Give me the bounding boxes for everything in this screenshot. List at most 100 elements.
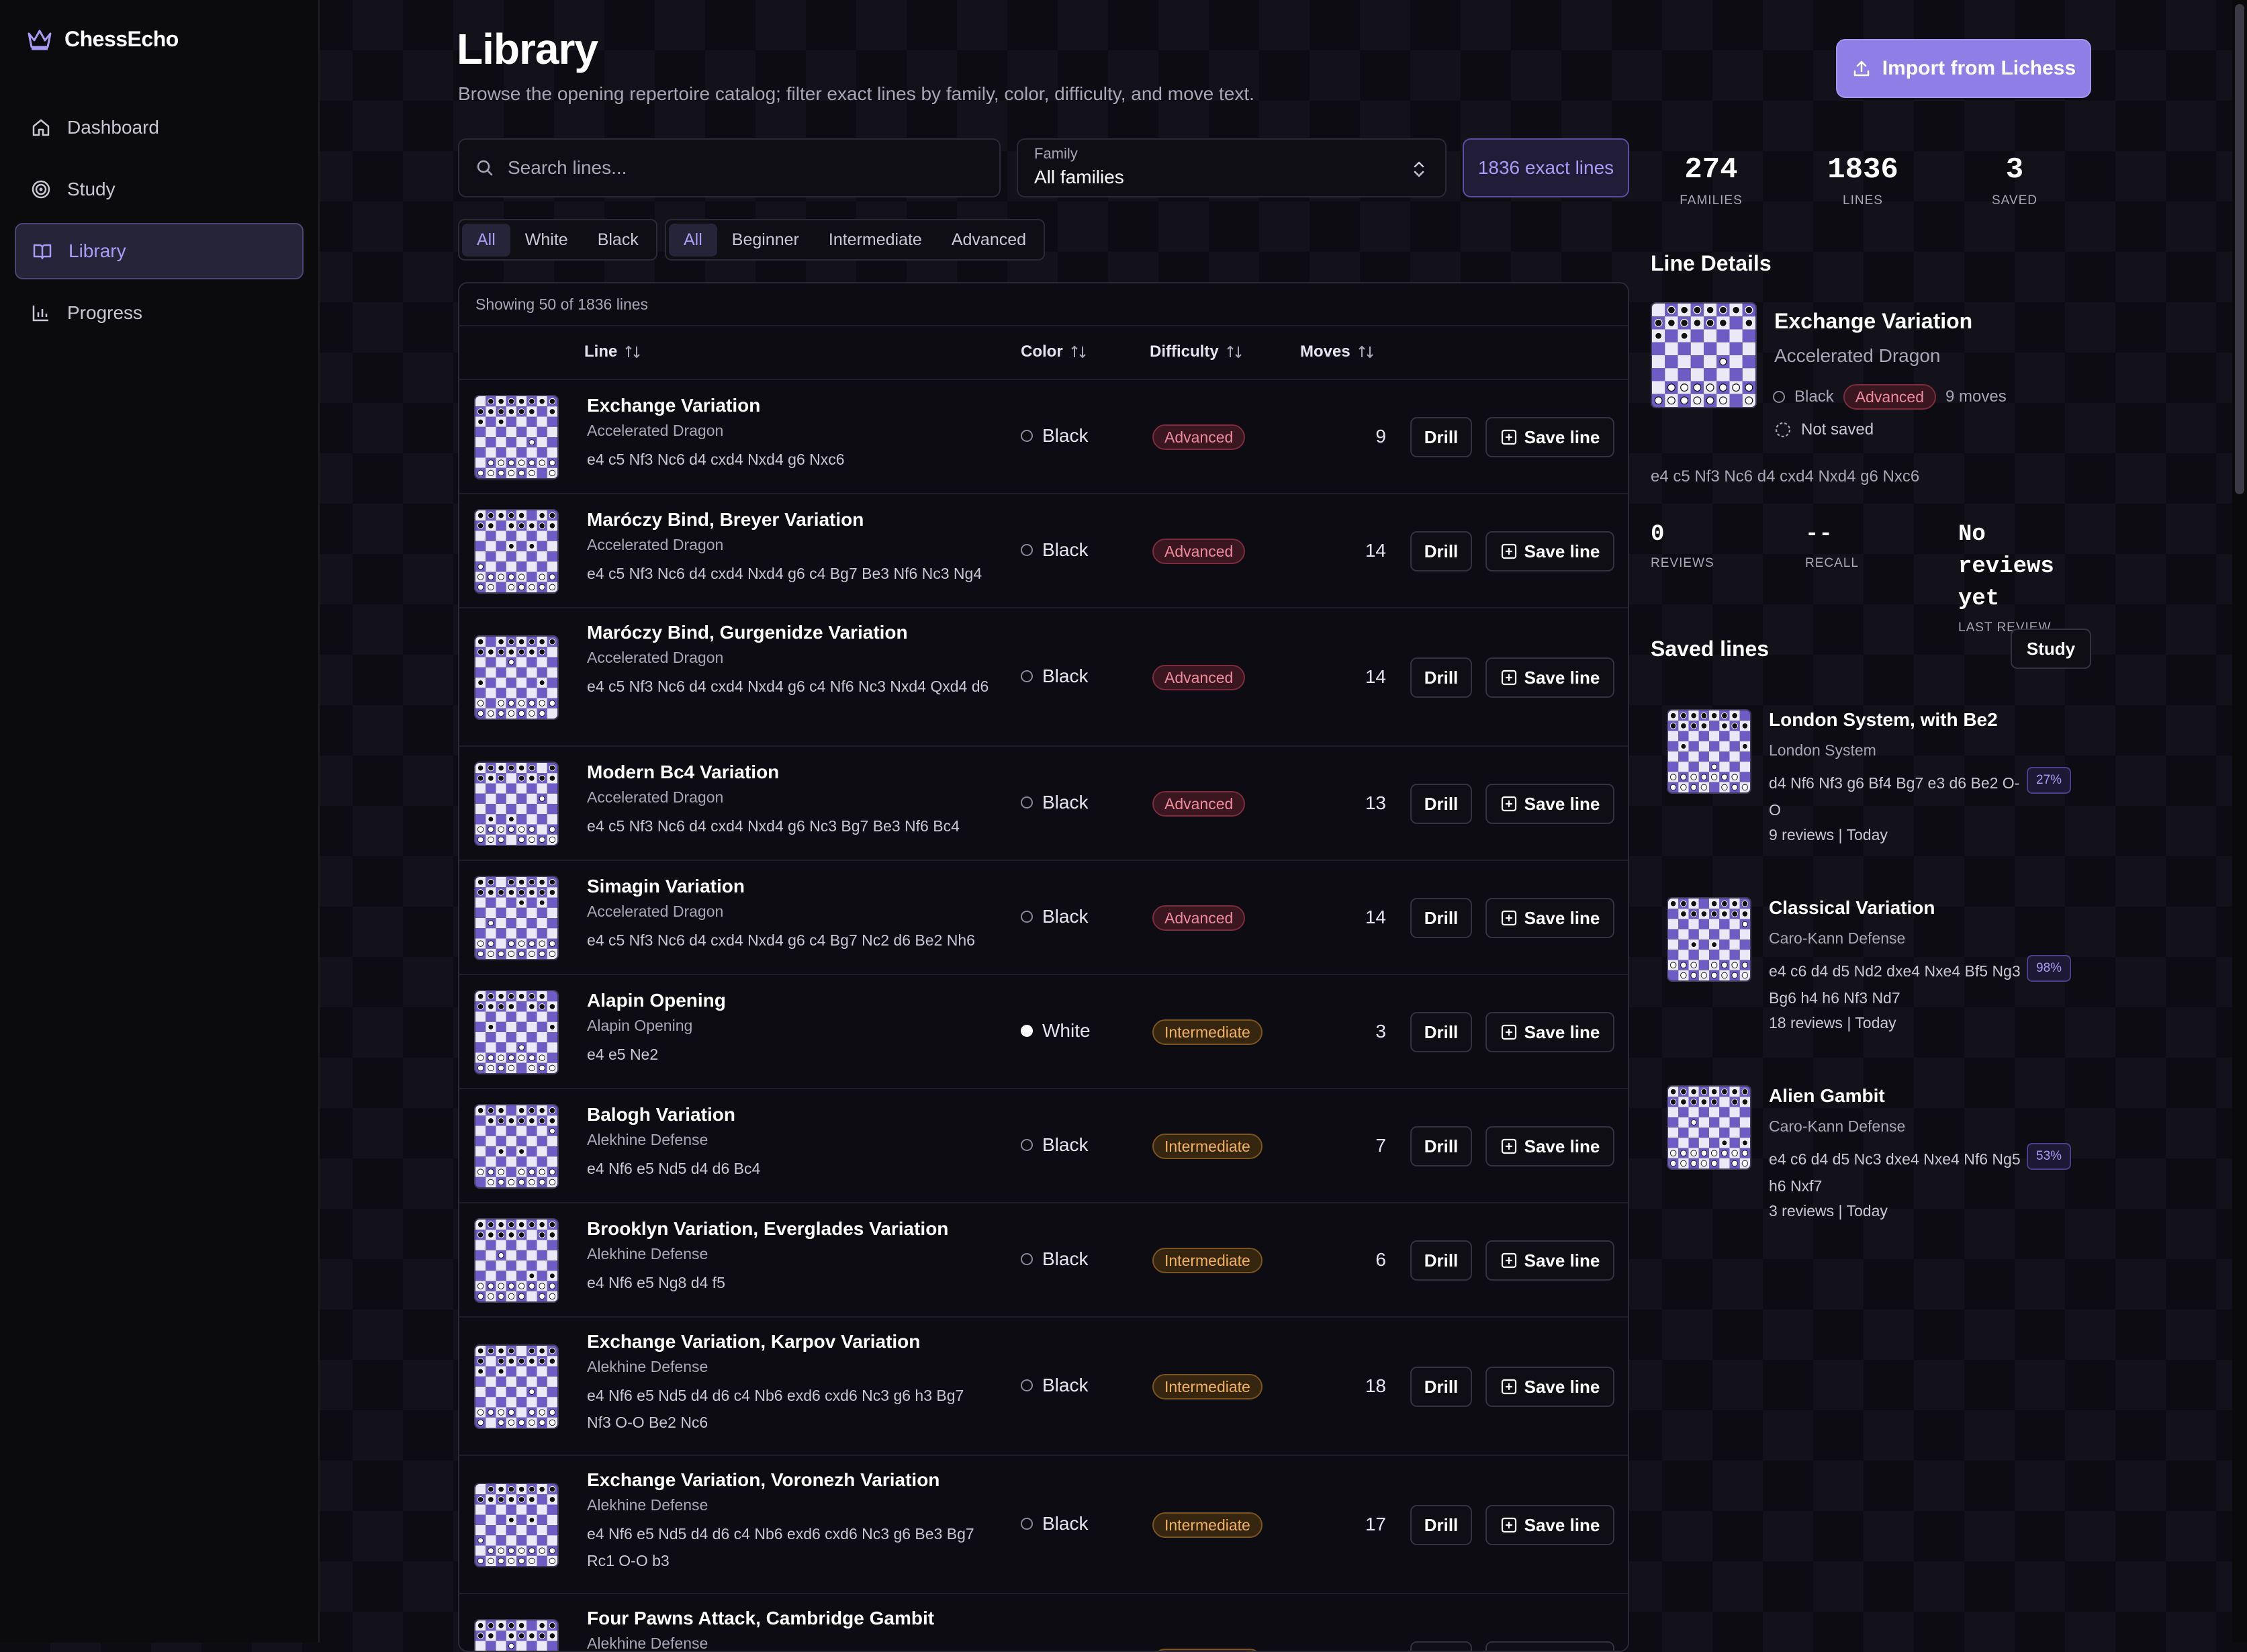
family-label: Family <box>1034 145 1429 163</box>
line-name[interactable]: Alapin Opening <box>587 990 726 1011</box>
table-row[interactable]: Exchange VariationAccelerated Dragone4 c… <box>459 380 1628 494</box>
line-name[interactable]: Modern Bc4 Variation <box>587 762 779 783</box>
difficulty-filter-beginner[interactable]: Beginner <box>717 224 814 257</box>
line-name[interactable]: Maróczy Bind, Breyer Variation <box>587 509 864 531</box>
chess-board-icon <box>475 1620 557 1652</box>
sort-icon <box>1226 344 1243 360</box>
detail-line-family: Accelerated Dragon <box>1774 345 1940 367</box>
table-row[interactable]: Maróczy Bind, Breyer VariationAccelerate… <box>459 494 1628 608</box>
table-row[interactable]: Four Pawns Attack, Cambridge GambitAlekh… <box>459 1594 1628 1652</box>
save-line-button[interactable]: Save line <box>1485 657 1614 698</box>
save-line-button[interactable]: Save line <box>1485 1126 1614 1166</box>
brand[interactable]: ChessEcho <box>27 27 179 52</box>
save-line-button[interactable]: Save line <box>1485 1505 1614 1545</box>
save-line-button[interactable]: Save line <box>1485 531 1614 571</box>
saved-line-info: 3 reviews | Today <box>1769 1202 1888 1220</box>
line-family: Accelerated Dragon <box>587 788 723 807</box>
table-row[interactable]: Balogh VariationAlekhine Defensee4 Nf6 e… <box>459 1089 1628 1203</box>
table-row[interactable]: Brooklyn Variation, Everglades Variation… <box>459 1203 1628 1318</box>
table-row[interactable]: Maróczy Bind, Gurgenidze VariationAccele… <box>459 608 1628 747</box>
saved-line-item[interactable]: Classical VariationCaro-Kann Defensee4 c… <box>1667 897 2090 1058</box>
drill-button[interactable]: Drill <box>1410 1505 1472 1545</box>
saved-line-item[interactable]: Alien GambitCaro-Kann Defensee4 c6 d4 d5… <box>1667 1085 2090 1246</box>
saved-line-item[interactable]: London System, with Be2London Systemd4 N… <box>1667 709 2090 870</box>
study-button[interactable]: Study <box>2011 629 2091 669</box>
line-board-thumbnail <box>474 762 559 846</box>
saved-line-name[interactable]: Alien Gambit <box>1769 1085 1885 1107</box>
chess-board-icon <box>475 1346 557 1428</box>
color-filter-white[interactable]: White <box>510 224 583 257</box>
color-filter-all[interactable]: All <box>462 224 510 257</box>
nav-item-dashboard[interactable]: Dashboard <box>15 99 304 156</box>
save-line-label: Save line <box>1524 908 1600 929</box>
line-moves: e4 c5 Nf3 Nc6 d4 cxd4 Nxd4 g6 c4 Bg7 Be3… <box>587 560 990 587</box>
save-line-button[interactable]: Save line <box>1485 417 1614 457</box>
drill-button[interactable]: Drill <box>1410 417 1472 457</box>
drill-button[interactable]: Drill <box>1410 898 1472 938</box>
saved-line-family: Caro-Kann Defense <box>1769 1117 1905 1136</box>
color-label: White <box>1042 1020 1091 1042</box>
table-row[interactable]: Exchange Variation, Karpov VariationAlek… <box>459 1318 1628 1456</box>
table-row[interactable]: Alapin OpeningAlapin Openinge4 e5 Ne2Whi… <box>459 975 1628 1089</box>
line-name[interactable]: Maróczy Bind, Gurgenidze Variation <box>587 622 908 643</box>
upload-icon <box>1851 58 1872 79</box>
line-name[interactable]: Simagin Variation <box>587 876 745 897</box>
detail-move-count: 9 moves <box>1945 387 2007 406</box>
line-name[interactable]: Brooklyn Variation, Everglades Variation <box>587 1218 948 1240</box>
column-moves[interactable]: Moves <box>1300 342 1375 361</box>
line-name[interactable]: Exchange Variation, Voronezh Variation <box>587 1469 939 1491</box>
column-line[interactable]: Line <box>584 342 641 361</box>
line-name[interactable]: Exchange Variation <box>587 395 760 416</box>
line-moves: e4 Nf6 e5 Ng8 d4 f5 <box>587 1269 990 1296</box>
nav-item-progress[interactable]: Progress <box>15 285 304 341</box>
drill-button[interactable]: Drill <box>1410 1367 1472 1407</box>
scrollbar-thumb[interactable] <box>2235 4 2244 494</box>
drill-button[interactable]: Drill <box>1410 1012 1472 1052</box>
line-name[interactable]: Four Pawns Attack, Cambridge Gambit <box>587 1608 934 1629</box>
color-label: Black <box>1042 792 1088 813</box>
column-color[interactable]: Color <box>1021 342 1087 361</box>
save-line-button[interactable]: Save line <box>1485 1012 1614 1052</box>
difficulty-filter-intermediate[interactable]: Intermediate <box>814 224 937 257</box>
line-board-thumbnail <box>474 990 559 1074</box>
nav-item-library[interactable]: Library <box>15 223 304 279</box>
drill-button[interactable]: Drill <box>1410 657 1472 698</box>
drill-button[interactable]: Drill <box>1410 531 1472 571</box>
save-line-label: Save line <box>1524 794 1600 815</box>
drill-button[interactable]: Drill <box>1410 1641 1472 1652</box>
nav-label: Library <box>68 240 126 262</box>
table-row[interactable]: Simagin VariationAccelerated Dragone4 c5… <box>459 861 1628 975</box>
table-row[interactable]: Modern Bc4 VariationAccelerated Dragone4… <box>459 747 1628 861</box>
save-line-button[interactable]: Save line <box>1485 1641 1614 1652</box>
drill-button[interactable]: Drill <box>1410 784 1472 824</box>
line-color: Black <box>1021 1248 1088 1270</box>
difficulty-filter-all[interactable]: All <box>669 224 717 257</box>
line-board-thumbnail <box>474 395 559 479</box>
save-line-button[interactable]: Save line <box>1485 1240 1614 1281</box>
line-name[interactable]: Balogh Variation <box>587 1104 735 1126</box>
nav-item-study[interactable]: Study <box>15 161 304 218</box>
drill-button[interactable]: Drill <box>1410 1126 1472 1166</box>
difficulty-filter-advanced[interactable]: Advanced <box>937 224 1041 257</box>
line-color: Black <box>1021 1513 1088 1534</box>
bookmark-plus-icon <box>1500 1138 1518 1155</box>
save-line-button[interactable]: Save line <box>1485 1367 1614 1407</box>
save-line-button[interactable]: Save line <box>1485 784 1614 824</box>
import-lichess-button[interactable]: Import from Lichess <box>1836 39 2091 98</box>
save-line-button[interactable]: Save line <box>1485 898 1614 938</box>
drill-button[interactable]: Drill <box>1410 1240 1472 1281</box>
line-color: Black <box>1021 1375 1088 1396</box>
sidebar: ChessEcho Dashboard Study Library Progre… <box>0 0 320 1643</box>
bookmark-plus-icon <box>1500 543 1518 560</box>
search-input[interactable] <box>506 156 976 179</box>
color-filter-black[interactable]: Black <box>583 224 653 257</box>
saved-line-name[interactable]: Classical Variation <box>1769 897 1935 919</box>
line-name[interactable]: Exchange Variation, Karpov Variation <box>587 1331 920 1352</box>
main-nav: Dashboard Study Library Progress <box>15 99 304 347</box>
move-count: 3 <box>1319 1021 1386 1042</box>
column-difficulty[interactable]: Difficulty <box>1150 342 1243 361</box>
family-select[interactable]: Family All families <box>1017 138 1447 197</box>
table-row[interactable]: Exchange Variation, Voronezh VariationAl… <box>459 1456 1628 1594</box>
saved-line-name[interactable]: London System, with Be2 <box>1769 709 1998 731</box>
page-scrollbar[interactable] <box>2232 0 2247 1643</box>
